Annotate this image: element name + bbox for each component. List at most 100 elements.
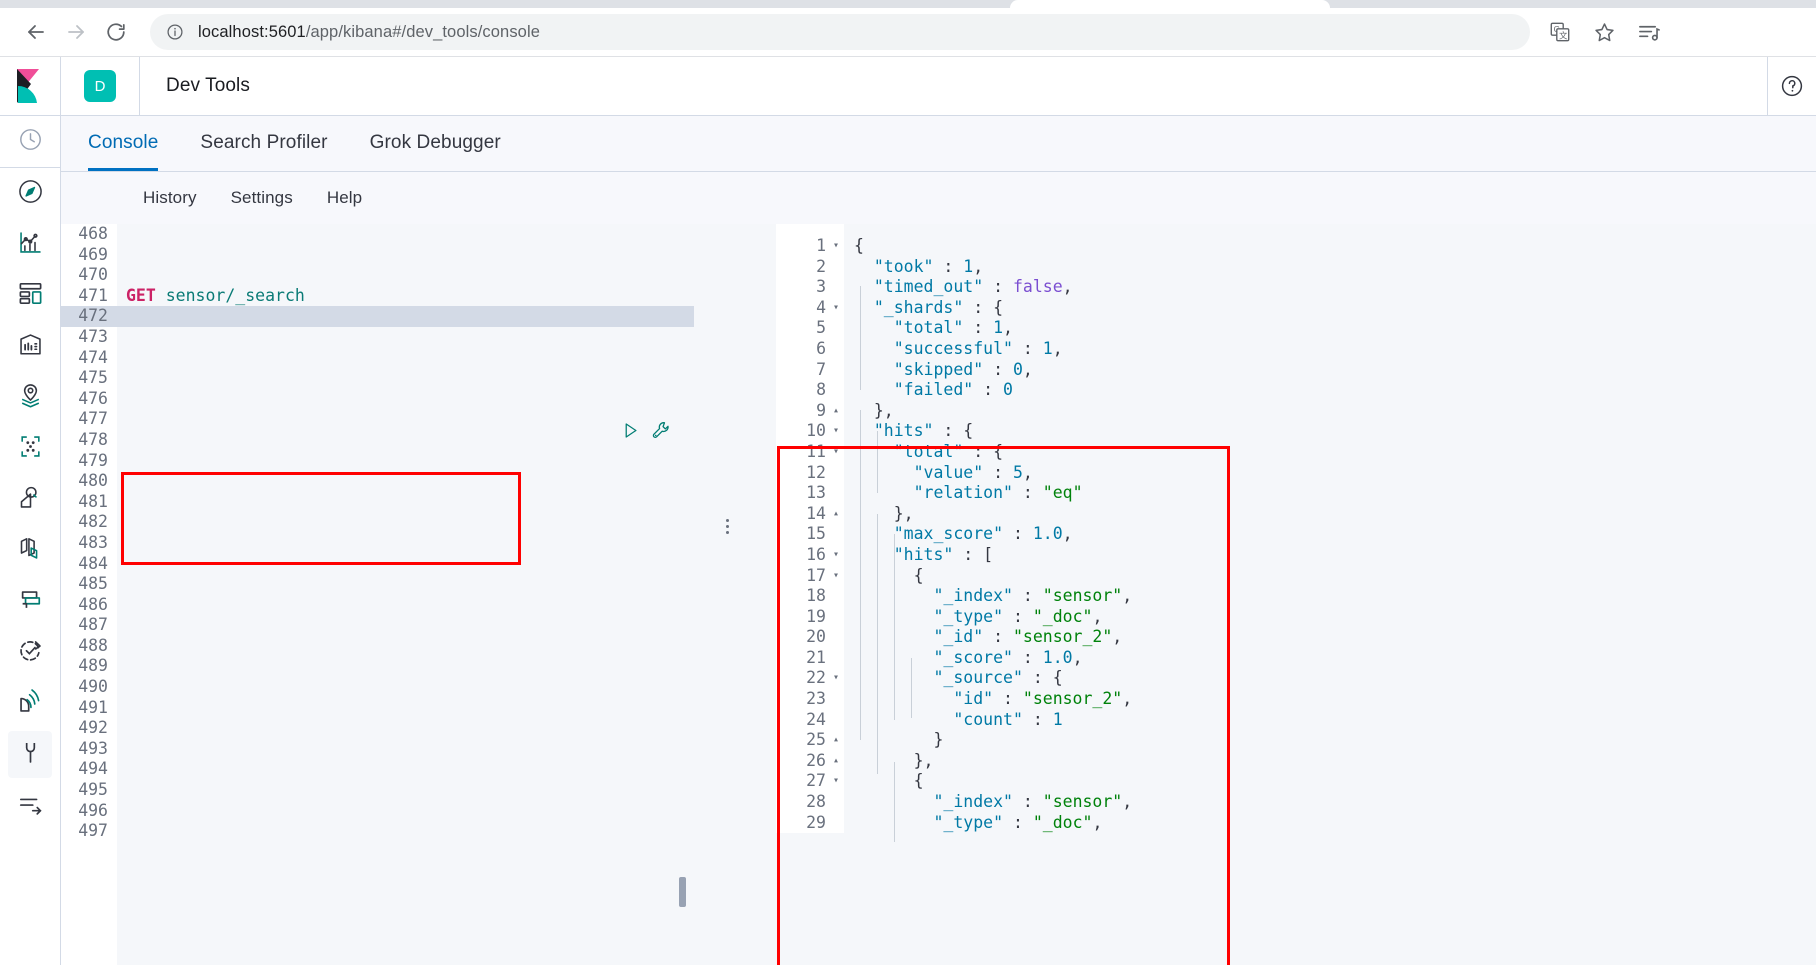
editor-line[interactable]: 488 — [61, 635, 694, 657]
tab-search-profiler[interactable]: Search Profiler — [200, 132, 327, 171]
response-line[interactable]: 19 "_type" : "_doc", — [776, 607, 1816, 628]
reload-button[interactable] — [96, 12, 136, 52]
editor-code-area[interactable]: 468 469 470 471 GET sensor/_search 472 473 474 4… — [61, 224, 694, 842]
editor-line[interactable]: 484 — [61, 553, 694, 575]
editor-line[interactable]: 494 — [61, 759, 694, 781]
editor-line[interactable]: 470 — [61, 265, 694, 286]
sidebar-item-maps[interactable] — [0, 372, 60, 423]
fold-toggle-icon[interactable]: ▾ — [828, 298, 844, 319]
sidebar-item-canvas[interactable] — [0, 321, 60, 372]
response-line[interactable]: 1 ▾ { — [776, 236, 1816, 257]
editor-line[interactable]: 486 — [61, 594, 694, 616]
editor-line[interactable]: 482 — [61, 512, 694, 533]
response-line[interactable]: 8 "failed" : 0 — [776, 380, 1816, 401]
response-line[interactable]: 22 ▾ "_source" : { — [776, 668, 1816, 689]
editor-line[interactable]: 497 — [61, 821, 694, 842]
request-editor[interactable]: 468 469 470 471 GET sensor/_search 472 473 474 4… — [61, 224, 694, 965]
fold-toggle-icon[interactable]: ▴ — [828, 730, 844, 751]
reading-list-icon[interactable] — [1628, 12, 1668, 52]
editor-line[interactable]: 481 — [61, 491, 694, 513]
address-bar[interactable]: localhost:5601/app/kibana#/dev_tools/con… — [150, 14, 1530, 50]
kibana-logo[interactable] — [0, 57, 60, 116]
response-line[interactable]: 13 "relation" : "eq" — [776, 483, 1816, 504]
editor-line[interactable]: 479 — [61, 450, 694, 472]
response-line[interactable]: 25 ▴ } — [776, 730, 1816, 751]
response-line[interactable]: 9 ▴ }, — [776, 401, 1816, 422]
response-line[interactable]: 16 ▾ "hits" : [ — [776, 545, 1816, 566]
editor-line[interactable]: 490 — [61, 677, 694, 698]
fold-toggle-icon[interactable]: ▾ — [828, 421, 844, 442]
fold-toggle-icon[interactable]: ▾ — [828, 668, 844, 689]
bookmark-star-icon[interactable] — [1584, 12, 1624, 52]
sidebar-item-uptime[interactable] — [0, 627, 60, 678]
editor-line[interactable]: 476 — [61, 388, 694, 410]
response-line[interactable]: 2 "took" : 1, — [776, 257, 1816, 278]
editor-line[interactable]: 473 — [61, 326, 694, 348]
editor-scrollbar-thumb[interactable] — [679, 877, 686, 907]
fold-toggle-icon[interactable]: ▴ — [828, 401, 844, 422]
tab-grok-debugger[interactable]: Grok Debugger — [370, 132, 501, 171]
response-line[interactable]: 18 "_index" : "sensor", — [776, 586, 1816, 607]
fold-toggle-icon[interactable]: ▾ — [828, 236, 844, 257]
response-line[interactable]: 12 "value" : 5, — [776, 463, 1816, 484]
editor-line[interactable]: 471 GET sensor/_search — [61, 285, 694, 307]
response-line[interactable]: 29 "_type" : "_doc", — [776, 813, 1816, 834]
play-request-icon[interactable] — [621, 421, 640, 445]
fold-toggle-icon[interactable]: ▾ — [828, 771, 844, 792]
editor-line[interactable]: 496 — [61, 800, 694, 822]
sidebar-item-collapse-nav[interactable] — [0, 780, 60, 831]
response-line[interactable]: 23 "id" : "sensor_2", — [776, 689, 1816, 710]
response-line[interactable]: 7 "skipped" : 0, — [776, 360, 1816, 381]
sidebar-item-recently-viewed[interactable] — [0, 116, 60, 168]
editor-line[interactable]: 468 — [61, 224, 694, 245]
editor-line[interactable]: 478 — [61, 429, 694, 451]
response-line[interactable]: 27 ▾ { — [776, 771, 1816, 792]
response-code-area[interactable]: 1 ▾{2 "took" : 1, 3 "timed_out" : false, 4 ▾… — [776, 224, 1816, 842]
help-button[interactable]: Help — [327, 188, 362, 208]
response-line[interactable]: 17 ▾ { — [776, 566, 1816, 587]
editor-line[interactable]: 492 — [61, 718, 694, 739]
sidebar-item-machine-learning[interactable] — [0, 423, 60, 474]
response-line[interactable]: 26 ▴ }, — [776, 751, 1816, 772]
site-info-icon[interactable] — [166, 23, 184, 41]
sidebar-item-infrastructure[interactable] — [0, 474, 60, 525]
response-viewer[interactable]: 1 ▾{2 "took" : 1, 3 "timed_out" : false, 4 ▾… — [776, 224, 1816, 965]
fold-toggle-icon[interactable]: ▴ — [828, 504, 844, 525]
help-icon[interactable] — [1768, 57, 1816, 115]
browser-tab[interactable] — [1010, 0, 1330, 8]
drag-handle-icon[interactable] — [726, 519, 729, 534]
editor-line[interactable]: 495 — [61, 780, 694, 801]
editor-line[interactable]: 487 — [61, 615, 694, 636]
response-line[interactable]: 24 "count" : 1 — [776, 710, 1816, 731]
response-line[interactable]: 5 "total" : 1, — [776, 318, 1816, 339]
editor-line[interactable]: 475 — [61, 368, 694, 389]
response-line[interactable]: 6 "successful" : 1, — [776, 339, 1816, 360]
response-line[interactable]: 3 "timed_out" : false, — [776, 277, 1816, 298]
sidebar-item-visualize[interactable] — [0, 219, 60, 270]
response-line[interactable]: 20 "_id" : "sensor_2", — [776, 627, 1816, 648]
response-line[interactable]: 21 "_score" : 1.0, — [776, 648, 1816, 669]
sidebar-item-logs[interactable] — [0, 525, 60, 576]
response-line[interactable]: 10 ▾ "hits" : { — [776, 421, 1816, 442]
response-line[interactable]: 11 ▾ "total" : { — [776, 442, 1816, 463]
response-line[interactable]: 28 "_index" : "sensor", — [776, 792, 1816, 813]
sidebar-item-dashboard[interactable] — [0, 270, 60, 321]
response-line[interactable]: 15 "max_score" : 1.0, — [776, 524, 1816, 545]
sidebar-item-apm[interactable] — [0, 576, 60, 627]
response-line[interactable]: 14 ▴ }, — [776, 504, 1816, 525]
tab-console[interactable]: Console — [88, 132, 159, 171]
translate-icon[interactable]: G 文 — [1540, 12, 1580, 52]
sidebar-item-dev-tools[interactable] — [0, 729, 60, 780]
forward-button[interactable] — [56, 12, 96, 52]
editor-line[interactable]: 491 — [61, 697, 694, 719]
editor-line[interactable]: 485 — [61, 574, 694, 595]
response-line[interactable]: 4 ▾ "_shards" : { — [776, 298, 1816, 319]
sidebar-item-siem[interactable] — [0, 678, 60, 729]
fold-toggle-icon[interactable]: ▾ — [828, 566, 844, 587]
fold-toggle-icon[interactable]: ▾ — [828, 545, 844, 566]
wrench-options-icon[interactable] — [651, 420, 672, 446]
editor-line[interactable]: 472 — [61, 306, 694, 327]
fold-toggle-icon[interactable]: ▴ — [828, 751, 844, 772]
editor-line[interactable]: 474 — [61, 347, 694, 369]
editor-line[interactable]: 480 — [61, 471, 694, 492]
